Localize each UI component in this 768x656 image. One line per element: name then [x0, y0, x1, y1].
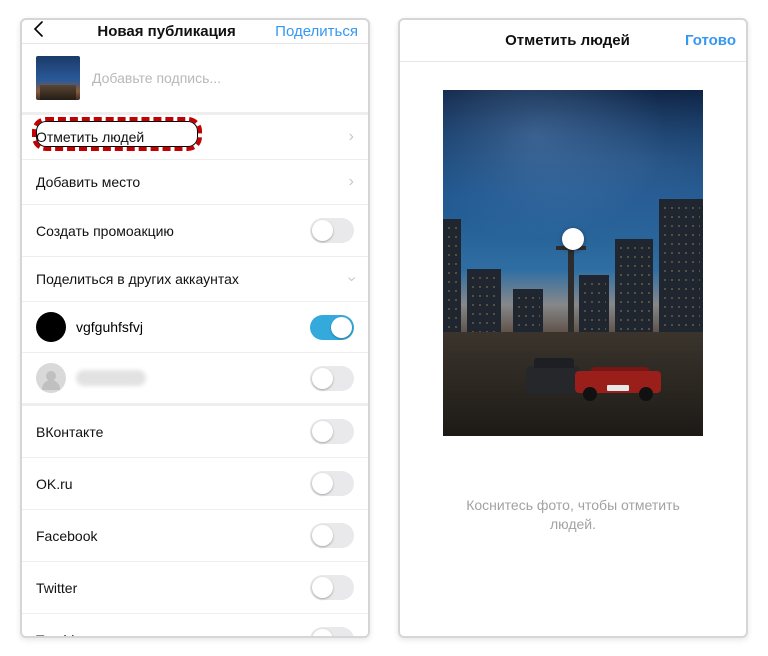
chevron-left-icon	[32, 21, 46, 37]
social-toggle[interactable]	[310, 523, 354, 548]
social-okru-row[interactable]: OK.ru	[22, 458, 368, 510]
social-toggle[interactable]	[310, 575, 354, 600]
tag-body: Коснитесь фото, чтобы отметить людей.	[400, 62, 746, 636]
add-location-row[interactable]: Добавить место ›	[22, 160, 368, 205]
tag-people-row[interactable]: Отметить людей ›	[22, 115, 368, 160]
avatar	[36, 312, 66, 342]
share-other-accounts-row[interactable]: Поделиться в других аккаунтах ›	[22, 257, 368, 302]
row-label: Поделиться в других аккаунтах	[36, 271, 349, 287]
account-username-hidden	[76, 370, 146, 386]
row-label: Tumblr	[36, 632, 310, 639]
account-toggle[interactable]	[310, 366, 354, 391]
account-toggle[interactable]	[310, 315, 354, 340]
row-label: Создать промоакцию	[36, 223, 310, 239]
header: Отметить людей Готово	[400, 20, 746, 62]
avatar-placeholder-icon	[36, 363, 66, 393]
promo-toggle[interactable]	[310, 218, 354, 243]
done-button[interactable]: Готово	[685, 32, 736, 49]
tag-people-screen: Отметить людей Готово Коснитесь фото, чт…	[398, 18, 748, 638]
social-vk-row[interactable]: ВКонтакте	[22, 406, 368, 458]
tap-indicator-icon	[562, 228, 584, 250]
row-label: Отметить людей	[36, 129, 349, 145]
header: Новая публикация Поделиться	[22, 20, 368, 44]
create-promo-row[interactable]: Создать промоакцию	[22, 205, 368, 257]
chevron-down-icon: ›	[342, 276, 360, 281]
social-tumblr-row[interactable]: Tumblr	[22, 614, 368, 638]
caption-row[interactable]: Добавьте подпись...	[22, 44, 368, 113]
back-button[interactable]	[32, 20, 58, 43]
row-label: Twitter	[36, 580, 310, 596]
chevron-right-icon: ›	[349, 173, 354, 191]
hint-text: Коснитесь фото, чтобы отметить людей.	[458, 496, 688, 534]
share-button[interactable]: Поделиться	[275, 23, 358, 40]
taggable-photo[interactable]	[443, 90, 703, 436]
account-row-primary[interactable]: vgfguhfsfvj	[22, 302, 368, 353]
chevron-right-icon: ›	[349, 128, 354, 146]
row-label: OK.ru	[36, 476, 310, 492]
page-title: Отметить людей	[450, 32, 685, 49]
social-facebook-row[interactable]: Facebook	[22, 510, 368, 562]
social-toggle[interactable]	[310, 471, 354, 496]
social-twitter-row[interactable]: Twitter	[22, 562, 368, 614]
account-username: vgfguhfsfvj	[76, 319, 300, 335]
post-thumbnail[interactable]	[36, 56, 80, 100]
caption-input[interactable]: Добавьте подпись...	[92, 70, 221, 86]
account-row-secondary[interactable]	[22, 353, 368, 404]
row-label: ВКонтакте	[36, 424, 310, 440]
new-post-screen: Новая публикация Поделиться Добавьте под…	[20, 18, 370, 638]
row-label: Facebook	[36, 528, 310, 544]
page-title: Новая публикация	[58, 23, 275, 40]
social-toggle[interactable]	[310, 627, 354, 638]
row-label: Добавить место	[36, 174, 349, 190]
social-toggle[interactable]	[310, 419, 354, 444]
